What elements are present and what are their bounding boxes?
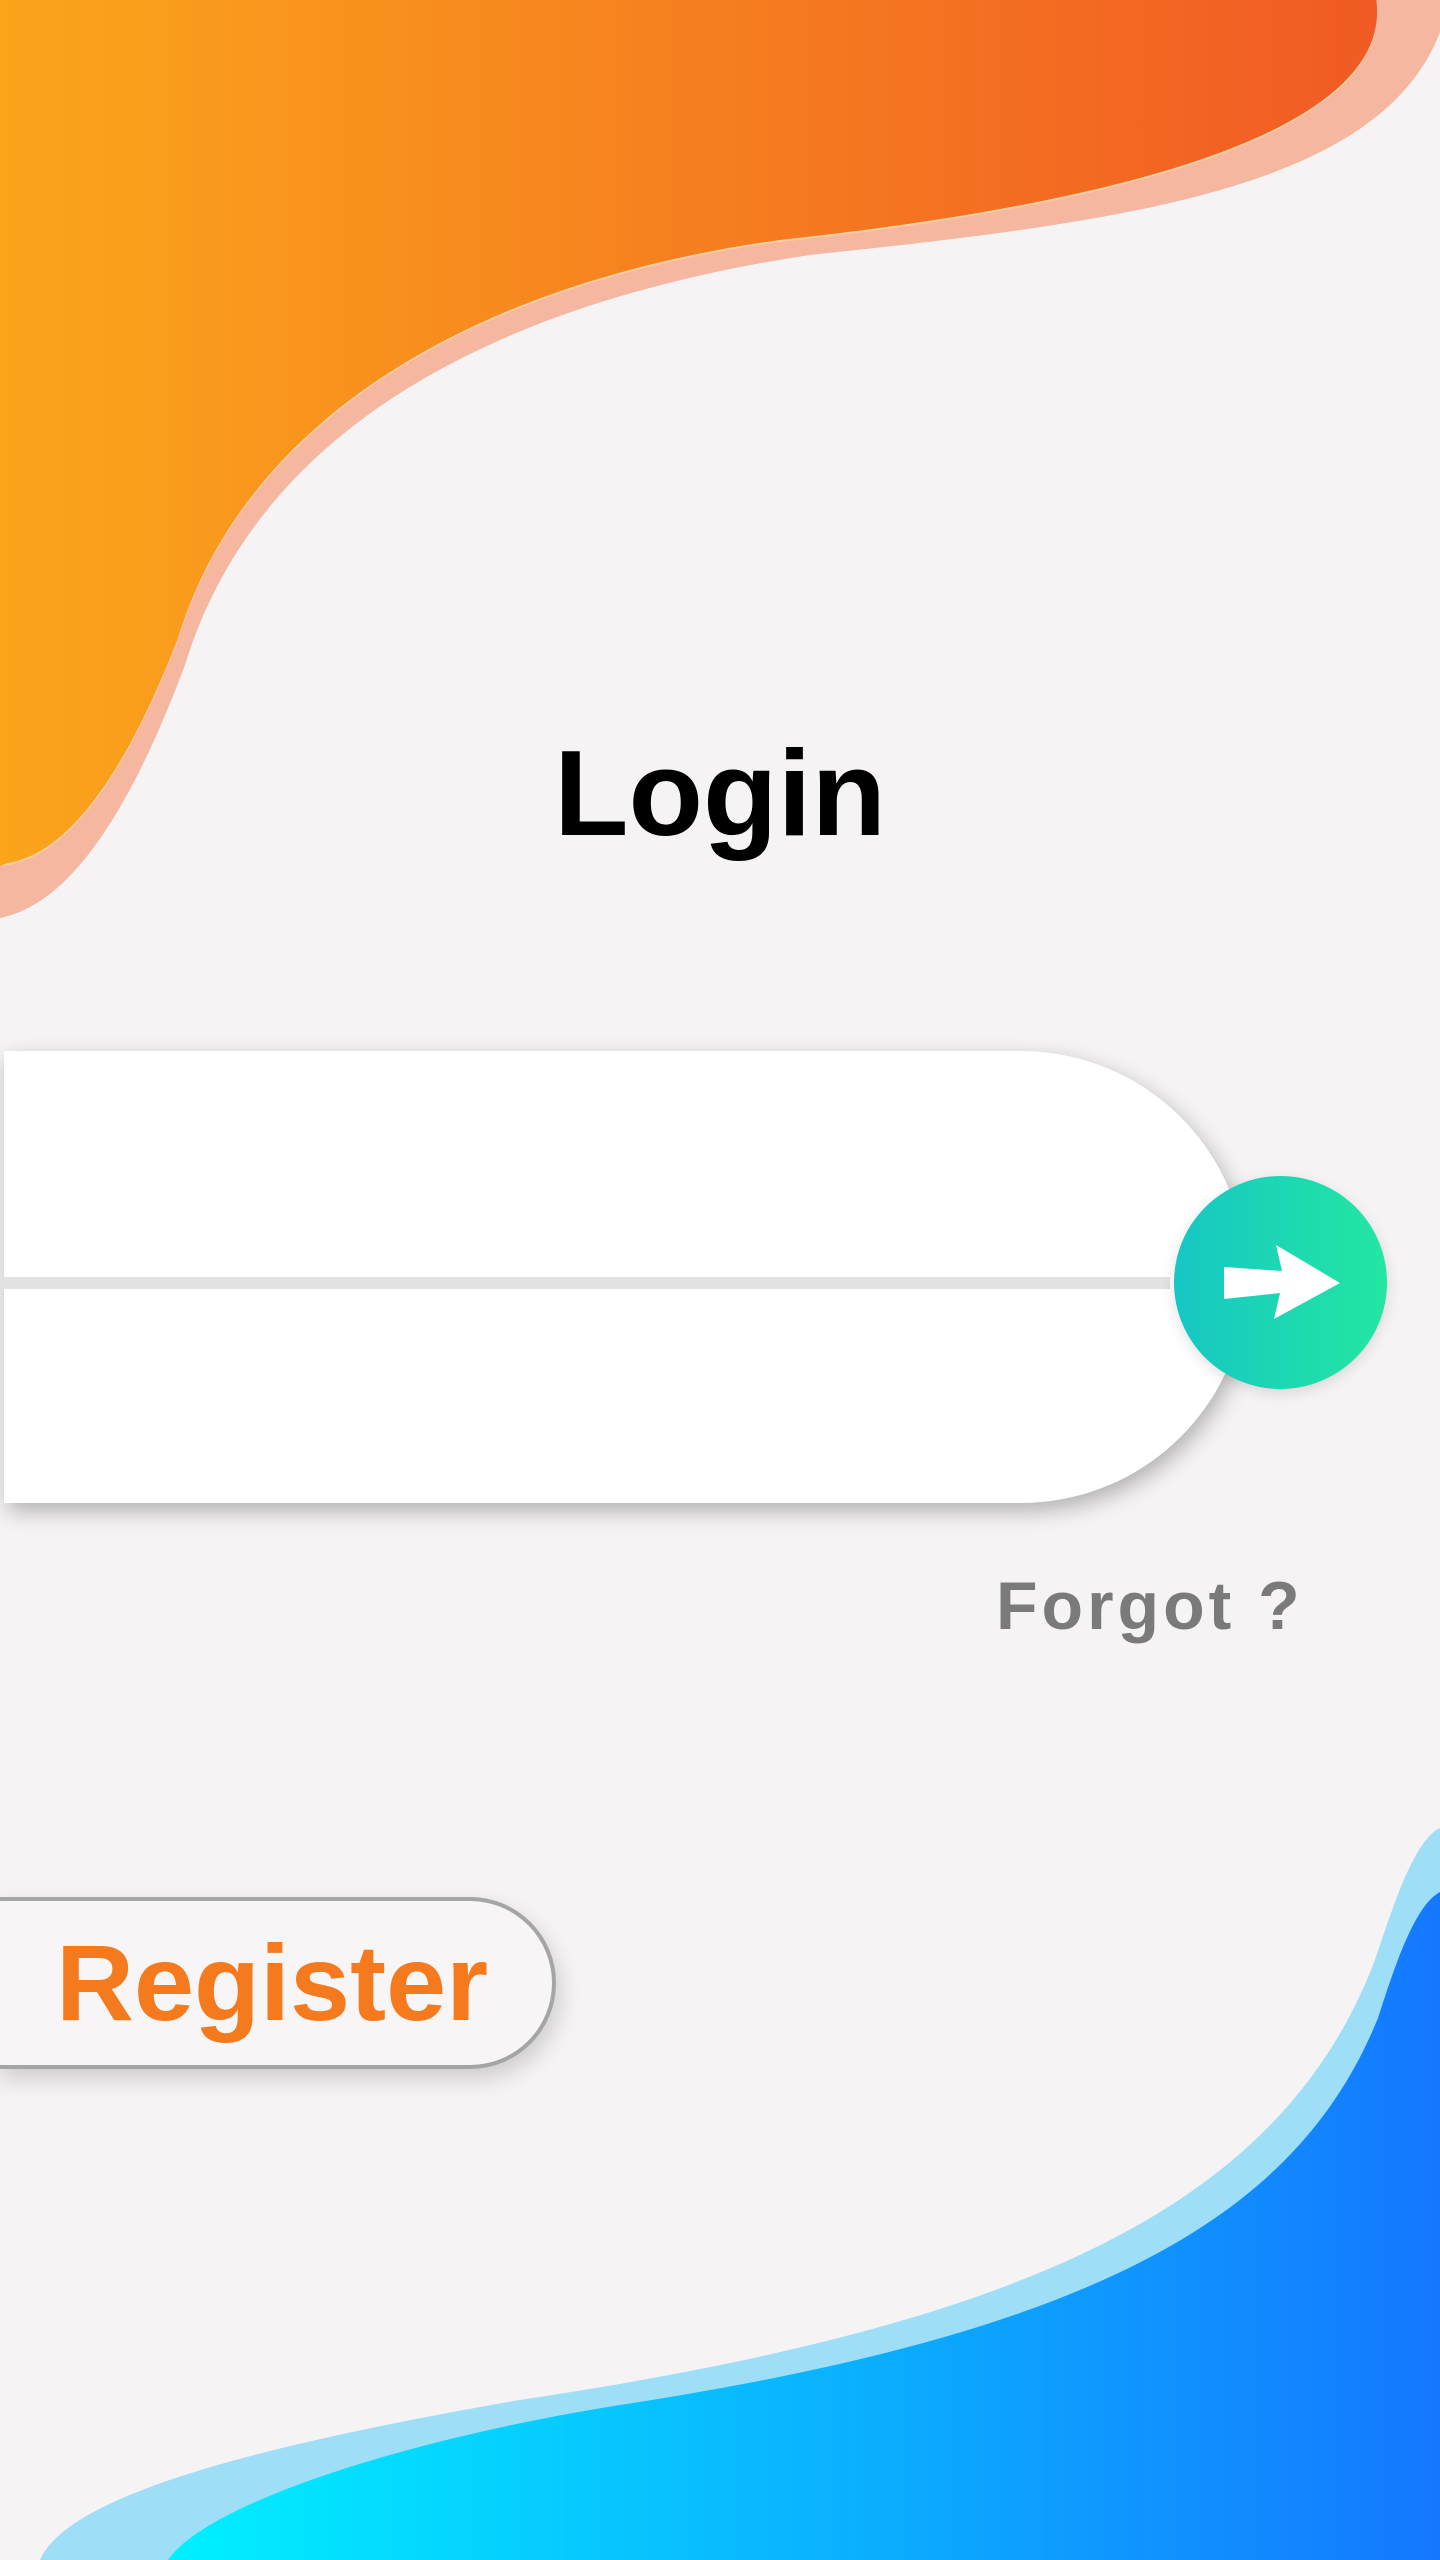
login-submit-button[interactable] <box>1174 1176 1387 1389</box>
password-input[interactable] <box>4 1283 1114 1503</box>
input-divider <box>0 1277 1170 1289</box>
forgot-password-link[interactable]: Forgot ? <box>996 1566 1336 1646</box>
page-title: Login <box>554 725 886 861</box>
register-button[interactable]: Register <box>0 1897 556 2069</box>
register-label: Register <box>56 1922 489 2043</box>
username-input[interactable] <box>4 1051 1114 1271</box>
